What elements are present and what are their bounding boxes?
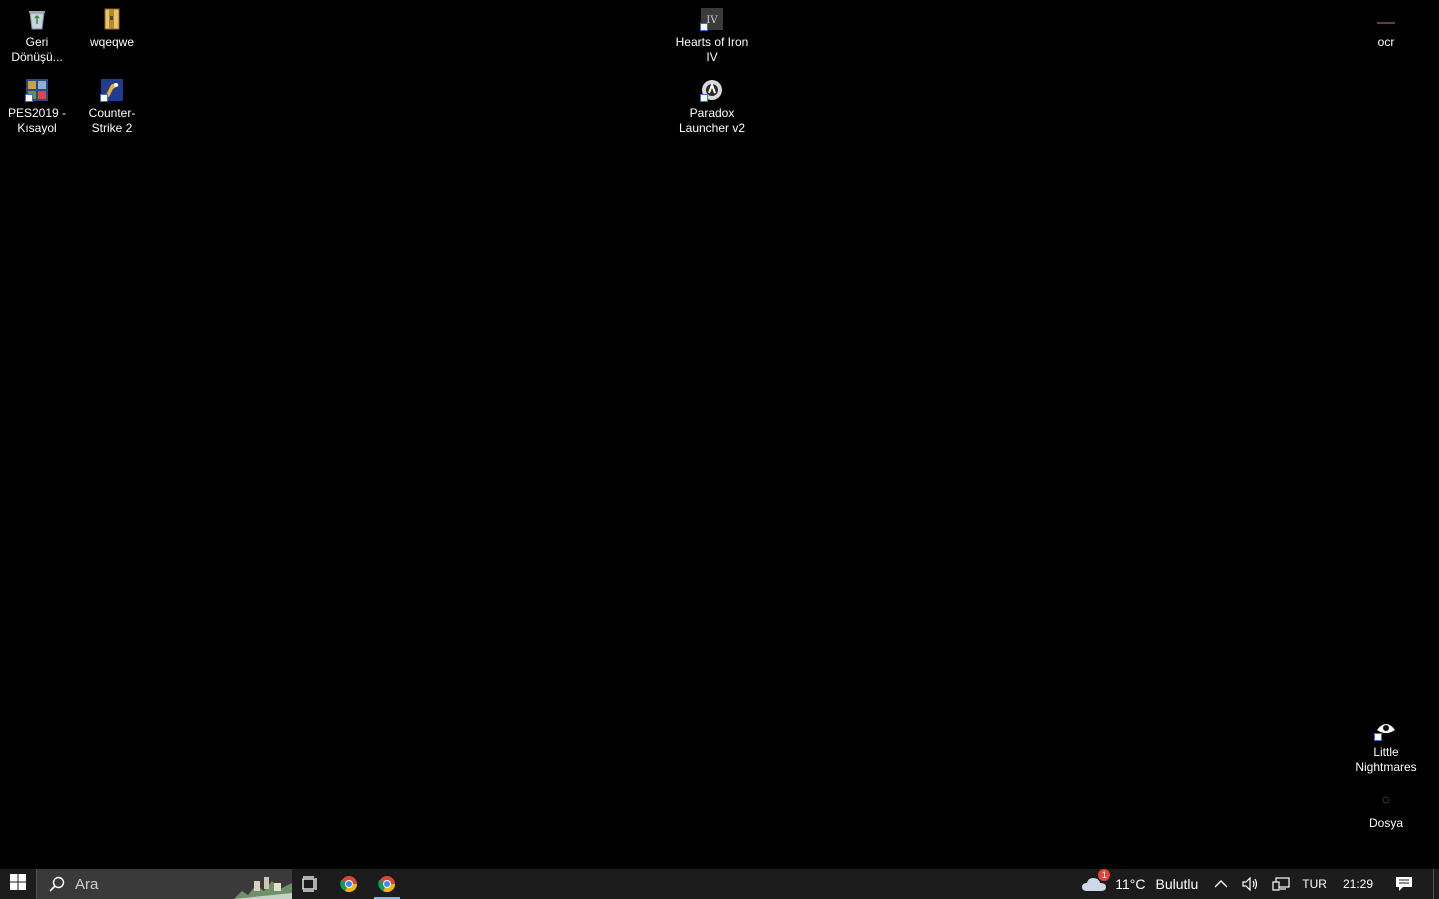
desktop-icon-label: Dosya bbox=[1368, 816, 1403, 830]
desktop: Geri Dönüşü... wqeqwe PES2019 - Kısayol bbox=[0, 0, 1439, 869]
volume-button[interactable] bbox=[1236, 869, 1266, 899]
windows-logo-icon bbox=[10, 873, 26, 895]
weather-widget[interactable]: 1 11°C Bulutlu bbox=[1073, 869, 1206, 899]
search-icon bbox=[49, 876, 65, 892]
desktop-icon-label: Little Nightmares bbox=[1355, 745, 1417, 774]
action-center-button[interactable] bbox=[1383, 869, 1425, 899]
little-nightmares-icon bbox=[1374, 717, 1398, 741]
desktop-icon-label: Hearts of Iron IV bbox=[675, 35, 749, 64]
search-highlight-illustration-icon bbox=[234, 869, 292, 899]
weather-condition: Bulutlu bbox=[1155, 876, 1199, 892]
search-placeholder: Ara bbox=[75, 875, 99, 893]
file-icon bbox=[1374, 788, 1398, 812]
recycle-bin-icon bbox=[25, 7, 49, 31]
desktop-icon-label: ocr bbox=[1377, 35, 1395, 49]
chevron-up-icon bbox=[1214, 879, 1228, 889]
show-desktop-button[interactable] bbox=[1433, 869, 1439, 899]
speaker-icon bbox=[1242, 877, 1260, 891]
hearts-of-iron-icon: IV bbox=[700, 7, 724, 31]
desktop-icon-little-nightmares[interactable]: Little Nightmares bbox=[1349, 717, 1423, 775]
desktop-icon-label: wqeqwe bbox=[89, 35, 135, 49]
search-box[interactable]: Ara bbox=[36, 869, 292, 899]
network-button[interactable] bbox=[1266, 869, 1296, 899]
desktop-icon-wqeqwe[interactable]: wqeqwe bbox=[75, 7, 149, 50]
archive-icon bbox=[100, 7, 124, 31]
desktop-icon-label: Geri Dönüşü... bbox=[11, 35, 63, 64]
chrome-icon bbox=[340, 875, 358, 893]
desktop-icon-hearts-of-iron-iv[interactable]: IV Hearts of Iron IV bbox=[675, 7, 749, 65]
input-language-indicator[interactable]: TUR bbox=[1296, 869, 1333, 899]
taskbar-chrome-button[interactable] bbox=[330, 869, 368, 899]
counter-strike-icon bbox=[100, 78, 124, 102]
chrome-icon bbox=[378, 875, 396, 893]
ocr-icon bbox=[1374, 7, 1398, 31]
desktop-icon-recycle-bin[interactable]: Geri Dönüşü... bbox=[0, 7, 74, 65]
pes-game-icon bbox=[25, 78, 49, 102]
desktop-icon-counter-strike-2[interactable]: Counter-Strike 2 bbox=[75, 78, 149, 136]
desktop-icon-ocr[interactable]: ocr bbox=[1349, 7, 1423, 50]
start-button[interactable] bbox=[0, 869, 36, 899]
taskbar-chrome-active-button[interactable] bbox=[368, 869, 406, 899]
network-ethernet-icon bbox=[1272, 877, 1290, 891]
desktop-icon-label: PES2019 - Kısayol bbox=[7, 106, 67, 135]
show-hidden-icons-button[interactable] bbox=[1206, 869, 1236, 899]
taskbar: Ara 1 11°C Bulutlu TUR 21:29 bbox=[0, 869, 1439, 899]
system-tray: 1 11°C Bulutlu TUR 21:29 bbox=[1073, 869, 1439, 899]
desktop-icon-label: Paradox Launcher v2 bbox=[678, 106, 746, 135]
clock[interactable]: 21:29 bbox=[1333, 869, 1383, 899]
paradox-launcher-icon bbox=[700, 78, 724, 102]
weather-temperature: 11°C bbox=[1115, 876, 1146, 892]
task-view-button[interactable] bbox=[292, 869, 330, 899]
desktop-icon-paradox-launcher[interactable]: Paradox Launcher v2 bbox=[675, 78, 749, 136]
notification-icon bbox=[1395, 876, 1413, 892]
desktop-icon-dosya[interactable]: Dosya bbox=[1349, 788, 1423, 831]
cloud-weather-icon: 1 bbox=[1081, 869, 1111, 893]
task-view-icon bbox=[302, 876, 320, 892]
desktop-icon-label: Counter-Strike 2 bbox=[88, 106, 136, 135]
desktop-icon-pes2019[interactable]: PES2019 - Kısayol bbox=[0, 78, 74, 136]
svg-text:IV: IV bbox=[706, 15, 718, 26]
weather-badge: 1 bbox=[1098, 869, 1111, 881]
